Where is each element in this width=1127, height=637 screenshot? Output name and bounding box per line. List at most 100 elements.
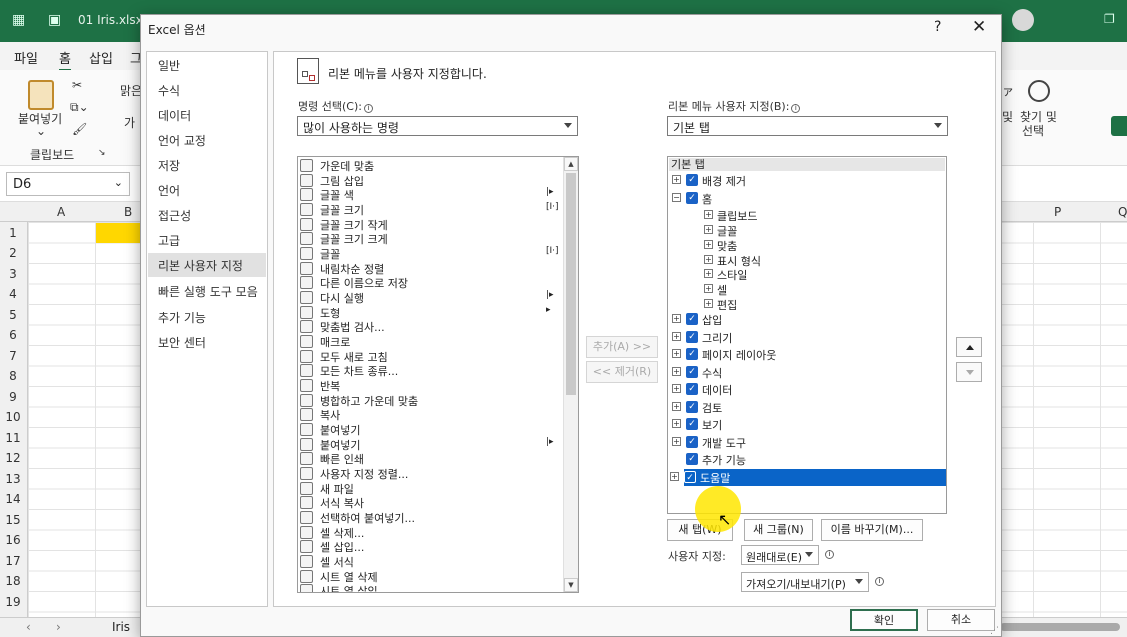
nav-add-ins[interactable]: 추가 기능 [148, 305, 266, 329]
chevron-down-icon[interactable]: ⌄ [36, 124, 46, 138]
col-header-b[interactable]: B [124, 205, 132, 219]
excel-app-icon[interactable]: ▦ [12, 12, 25, 28]
ok-button[interactable]: 확인 [850, 609, 918, 631]
row-header[interactable]: 3 [0, 267, 26, 281]
tree-item-review[interactable]: + ✓ 검토 [670, 399, 946, 416]
remove-button[interactable]: << 제거(R) [586, 361, 658, 383]
cut-icon[interactable]: ✂ [72, 78, 82, 92]
help-button[interactable]: ? [934, 19, 941, 35]
dialog-launcher-icon[interactable]: ↘ [98, 148, 106, 158]
nav-language[interactable]: 언어 [148, 178, 266, 202]
expand-icon[interactable]: + [672, 314, 681, 323]
nav-accessibility[interactable]: 접근성 [148, 203, 266, 227]
find-select-line2[interactable]: 선택 [1022, 122, 1044, 139]
row-header[interactable]: 18 [0, 574, 26, 588]
format-painter-icon[interactable]: 🖌 [72, 122, 87, 136]
checkbox-checked-icon[interactable]: ✓ [686, 366, 698, 378]
row-header[interactable]: 6 [0, 328, 26, 342]
name-box[interactable]: D6 ⌄ [6, 172, 130, 196]
scroll-down-icon[interactable]: ▼ [564, 578, 578, 592]
row-header[interactable]: 12 [0, 451, 26, 465]
restore-icon[interactable]: ❐ [1104, 12, 1115, 26]
tree-item-data[interactable]: + ✓ 데이터 [670, 381, 946, 398]
row-header[interactable]: 1 [0, 226, 26, 240]
nav-data[interactable]: 데이터 [148, 103, 266, 127]
nav-advanced[interactable]: 고급 [148, 228, 266, 252]
choose-commands-select[interactable]: 많이 사용하는 명령 [297, 116, 578, 136]
prev-sheet-icon[interactable]: ‹ [26, 620, 31, 634]
checkbox-checked-icon[interactable]: ✓ [686, 383, 698, 395]
row-header[interactable]: 14 [0, 492, 26, 506]
tree-item-formulas[interactable]: + ✓ 수식 [670, 364, 946, 381]
move-up-button[interactable] [956, 337, 982, 357]
tree-item-home[interactable]: − ✓ 홈 [670, 190, 946, 207]
sheet-tab[interactable]: Iris [112, 620, 130, 634]
tree-item-help[interactable]: + ✓ 도움말 [670, 469, 946, 486]
commands-list[interactable]: 가운데 맞춤 그림 삽입 글꼴 색 |▸ 글꼴 크기 [I·] 글꼴 크기 작게 글… [297, 156, 579, 593]
search-icon[interactable] [1028, 80, 1050, 102]
close-button[interactable]: ✕ [972, 17, 986, 37]
commands-scrollbar[interactable]: ▲ ▼ [563, 157, 578, 592]
expand-icon[interactable]: + [672, 349, 681, 358]
expand-icon[interactable]: + [672, 402, 681, 411]
expand-icon[interactable]: + [672, 419, 681, 428]
nav-trust-center[interactable]: 보안 센터 [148, 330, 266, 354]
tab-home[interactable]: 홈 [59, 48, 71, 71]
avatar[interactable] [1012, 9, 1034, 31]
checkbox-checked-icon[interactable]: ✓ [686, 313, 698, 325]
expand-icon[interactable]: + [704, 255, 713, 264]
highlighted-cell[interactable] [96, 223, 142, 243]
checkbox-checked-icon[interactable]: ✓ [686, 418, 698, 430]
row-header[interactable]: 9 [0, 390, 26, 404]
expand-icon[interactable]: + [704, 210, 713, 219]
tree-item-draw[interactable]: + ✓ 그리기 [670, 329, 946, 346]
save-icon[interactable]: ▣ [48, 12, 61, 28]
checkbox-checked-icon[interactable]: ✓ [686, 436, 698, 448]
row-header[interactable]: 11 [0, 431, 26, 445]
tree-item-developer[interactable]: + ✓ 개발 도구 [670, 434, 946, 451]
checkbox-checked-icon[interactable]: ✓ [686, 331, 698, 343]
expand-icon[interactable]: + [672, 367, 681, 376]
expand-icon[interactable]: + [704, 269, 713, 278]
expand-icon[interactable]: + [704, 240, 713, 249]
expand-icon[interactable]: + [672, 384, 681, 393]
next-sheet-icon[interactable]: › [56, 620, 61, 634]
row-header[interactable]: 5 [0, 308, 26, 322]
row-header[interactable]: 13 [0, 472, 26, 486]
tree-item-insert[interactable]: + ✓ 삽입 [670, 311, 946, 328]
checkbox-checked-icon[interactable]: ✓ [686, 453, 698, 465]
chevron-down-icon[interactable] [934, 123, 942, 128]
nav-formulas[interactable]: 수식 [148, 78, 266, 102]
expand-icon[interactable]: + [704, 299, 713, 308]
resize-grip-icon[interactable]: ⋰ [990, 626, 999, 636]
nav-general[interactable]: 일반 [148, 53, 266, 77]
row-header[interactable]: 7 [0, 349, 26, 363]
reset-dropdown[interactable]: 원래대로(E) [741, 545, 819, 565]
nav-customize-ribbon[interactable]: 리본 사용자 지정 [148, 253, 266, 277]
nav-save[interactable]: 저장 [148, 153, 266, 177]
cancel-button[interactable]: 취소 [927, 609, 995, 631]
import-export-dropdown[interactable]: 가져오기/내보내기(P) [741, 572, 869, 592]
row-header[interactable]: 16 [0, 533, 26, 547]
tab-insert[interactable]: 삽입 [89, 48, 113, 67]
share-icon[interactable] [1111, 116, 1127, 136]
expand-icon[interactable]: + [672, 175, 681, 184]
tree-item-view[interactable]: + ✓ 보기 [670, 416, 946, 433]
scroll-thumb[interactable] [566, 173, 576, 395]
tree-item-add-ins[interactable]: ✓ 추가 기능 [670, 451, 946, 468]
copy-icon[interactable]: ⧉⌄ [70, 100, 89, 115]
row-header[interactable]: 4 [0, 287, 26, 301]
col-header-a[interactable]: A [57, 205, 65, 219]
expand-icon[interactable]: + [672, 332, 681, 341]
col-header-p[interactable]: P [1054, 205, 1061, 219]
ribbon-tabs-tree[interactable]: 기본 탭 + ✓ 배경 제거 − ✓ 홈 + 클립보드 + 글꼴 + 맞춤 + 표시 형식 + 스… [667, 156, 947, 514]
customize-ribbon-select[interactable]: 기본 탭 [667, 116, 948, 136]
row-header[interactable]: 19 [0, 595, 26, 609]
expand-icon[interactable]: + [670, 472, 679, 481]
checkbox-checked-icon[interactable]: ✓ [686, 401, 698, 413]
add-button[interactable]: 추가(A) >> [586, 336, 658, 358]
chevron-down-icon[interactable] [564, 123, 572, 128]
expand-icon[interactable]: + [672, 437, 681, 446]
tree-item-page-layout[interactable]: + ✓ 페이지 레이아웃 [670, 346, 946, 363]
col-header-q[interactable]: Q [1118, 205, 1127, 219]
